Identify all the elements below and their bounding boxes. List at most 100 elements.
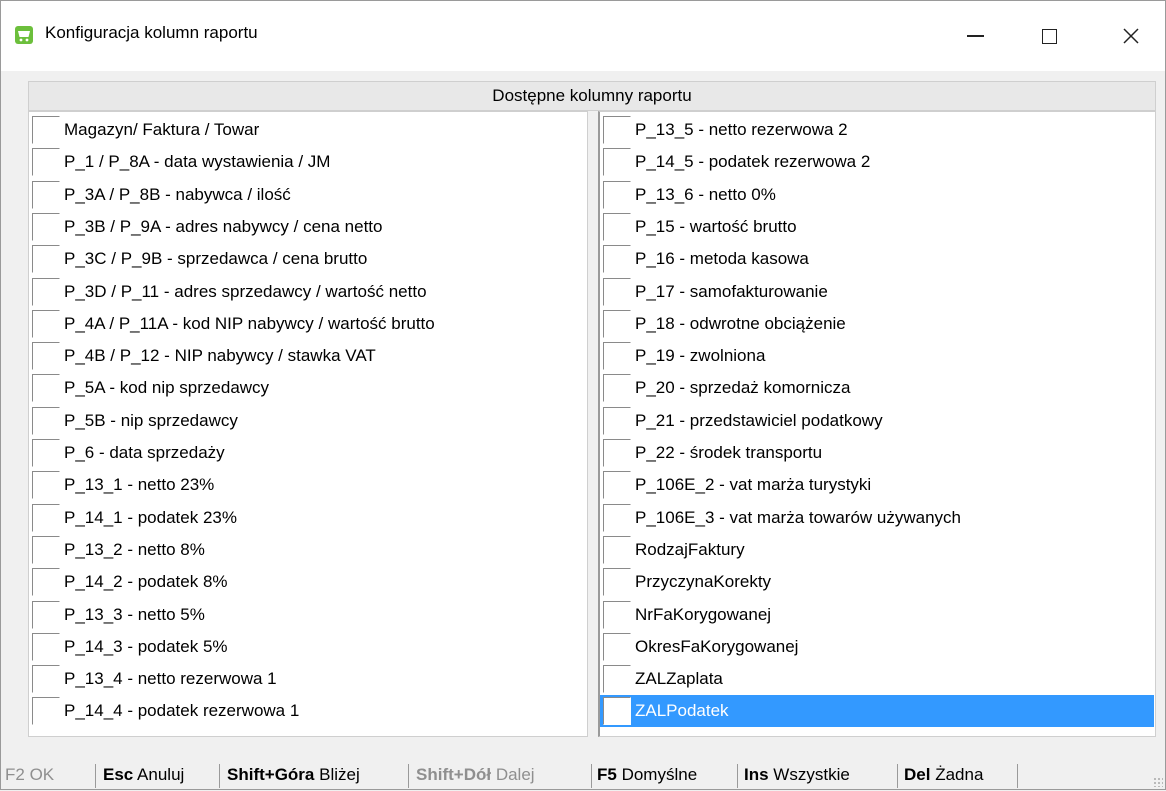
f2-ok-action[interactable]: F2 OK [5,765,54,785]
list-item[interactable]: P_20 - sprzedaż komornicza [600,372,1154,404]
column-checkbox[interactable] [603,665,631,694]
column-checkbox[interactable] [603,600,631,629]
resize-grip-icon[interactable] [1153,777,1163,787]
list-item[interactable]: PrzyczynaKorekty [600,566,1154,598]
column-label: Magazyn/ Faktura / Towar [64,120,260,139]
list-item[interactable]: RodzajFaktury [600,534,1154,566]
column-checkbox[interactable] [603,277,631,306]
list-item[interactable]: P_14_1 - podatek 23% [29,502,585,534]
list-item[interactable]: OkresFaKorygowanej [600,631,1154,663]
list-item[interactable]: P_18 - odwrotne obciążenie [600,308,1154,340]
list-item[interactable]: P_17 - samofakturowanie [600,276,1154,308]
column-checkbox[interactable] [603,406,631,435]
list-item[interactable]: P_4A / P_11A - kod NIP nabywcy / wartość… [29,308,585,340]
column-checkbox[interactable] [32,245,60,274]
list-item[interactable]: P_13_4 - netto rezerwowa 1 [29,663,585,695]
column-checkbox[interactable] [32,309,60,338]
minimize-button[interactable] [947,1,1003,71]
list-item[interactable]: P_3C / P_9B - sprzedawca / cena brutto [29,243,585,275]
list-item[interactable]: P_1 / P_8A - data wystawienia / JM [29,146,585,178]
column-checkbox[interactable] [32,439,60,467]
maximize-button[interactable] [1021,1,1077,71]
column-checkbox[interactable] [32,471,60,500]
column-checkbox[interactable] [32,116,60,144]
list-item[interactable]: P_14_4 - podatek rezerwowa 1 [29,695,585,727]
list-item[interactable]: P_14_2 - podatek 8% [29,566,585,598]
column-checkbox[interactable] [32,212,60,241]
column-label: P_106E_3 - vat marża towarów używanych [635,507,961,527]
list-item[interactable]: P_16 - metoda kasowa [600,243,1154,275]
ins-all-action[interactable]: Ins Wszystkie [744,765,850,785]
column-checkbox[interactable] [603,212,631,241]
del-none-action[interactable]: Del Żadna [904,765,983,785]
list-item[interactable]: P_15 - wartość brutto [600,211,1154,243]
column-checkbox[interactable] [32,374,60,403]
column-checkbox[interactable] [32,697,60,726]
title-bar[interactable]: Konfiguracja kolumn raportu [1,1,1165,71]
list-item[interactable]: ZALZaplata [600,663,1154,695]
list-item[interactable]: P_5B - nip sprzedawcy [29,405,585,437]
column-label: P_15 - wartość brutto [635,216,797,236]
column-checkbox[interactable] [603,439,631,467]
columns-list-left[interactable]: Magazyn/ Faktura / Towar P_1 / P_8A - dat… [28,111,588,737]
column-checkbox[interactable] [32,503,60,532]
list-item[interactable]: P_19 - zwolniona [600,340,1154,372]
column-checkbox[interactable] [603,245,631,274]
list-item[interactable]: NrFaKorygowanej [600,599,1154,631]
shift-down-action[interactable]: Shift+Dół Dalej [416,765,535,785]
column-checkbox[interactable] [603,116,631,144]
list-item[interactable]: Magazyn/ Faktura / Towar [29,114,585,146]
column-checkbox[interactable] [603,374,631,403]
column-checkbox[interactable] [32,665,60,694]
close-button[interactable] [1103,1,1159,71]
minimize-icon [966,35,984,37]
column-checkbox[interactable] [603,632,631,661]
column-checkbox[interactable] [603,309,631,338]
dialog-window: Konfiguracja kolumn raportu Dostępne kol… [0,0,1166,790]
column-checkbox[interactable] [603,342,631,371]
column-checkbox[interactable] [32,277,60,306]
list-item[interactable]: P_106E_2 - vat marża turystyki [600,469,1154,501]
column-checkbox[interactable] [32,568,60,597]
list-item[interactable]: P_3B / P_9A - adres nabywcy / cena netto [29,211,585,243]
column-label: P_14_4 - podatek rezerwowa 1 [64,701,300,721]
list-item[interactable]: P_21 - przedstawiciel podatkowy [600,405,1154,437]
list-item[interactable]: ZALPodatek [600,695,1154,728]
column-checkbox[interactable] [603,568,631,597]
f5-default-action[interactable]: F5 Domyślne [597,765,697,785]
column-checkbox[interactable] [32,342,60,371]
column-checkbox[interactable] [32,148,60,177]
shift-up-action[interactable]: Shift+Góra Bliżej [227,765,360,785]
column-checkbox[interactable] [32,632,60,661]
list-item[interactable]: P_13_6 - netto 0% [600,179,1154,211]
column-label: PrzyczynaKorekty [635,572,772,592]
column-checkbox[interactable] [32,406,60,435]
esc-label: Anuluj [137,765,185,784]
list-item[interactable]: P_106E_3 - vat marża towarów używanych [600,502,1154,534]
list-item[interactable]: P_13_5 - netto rezerwowa 2 [600,114,1154,146]
list-item[interactable]: P_4B / P_12 - NIP nabywcy / stawka VAT [29,340,585,372]
list-item[interactable]: P_13_2 - netto 8% [29,534,585,566]
list-item[interactable]: P_5A - kod nip sprzedawcy [29,372,585,404]
column-checkbox[interactable] [32,180,60,209]
list-item[interactable]: P_3A / P_8B - nabywca / ilość [29,179,585,211]
list-item[interactable]: P_22 - środek transportu [600,437,1154,469]
column-checkbox[interactable] [603,148,631,177]
list-item[interactable]: P_14_5 - podatek rezerwowa 2 [600,146,1154,178]
list-item[interactable]: P_3D / P_11 - adres sprzedawcy / wartość… [29,276,585,308]
list-item[interactable]: P_6 - data sprzedaży [29,437,585,469]
column-label: P_13_4 - netto rezerwowa 1 [64,669,277,689]
column-checkbox[interactable] [32,600,60,629]
column-checkbox[interactable] [603,697,631,726]
column-checkbox[interactable] [603,503,631,532]
esc-cancel-action[interactable]: Esc Anuluj [103,765,184,785]
list-item[interactable]: P_14_3 - podatek 5% [29,631,585,663]
column-checkbox[interactable] [603,180,631,209]
del-key: Del [904,765,931,784]
column-checkbox[interactable] [32,535,60,564]
columns-list-right[interactable]: P_13_5 - netto rezerwowa 2 P_14_5 - podat… [598,111,1156,737]
column-checkbox[interactable] [603,471,631,500]
column-checkbox[interactable] [603,535,631,564]
list-item[interactable]: P_13_3 - netto 5% [29,599,585,631]
list-item[interactable]: P_13_1 - netto 23% [29,469,585,501]
